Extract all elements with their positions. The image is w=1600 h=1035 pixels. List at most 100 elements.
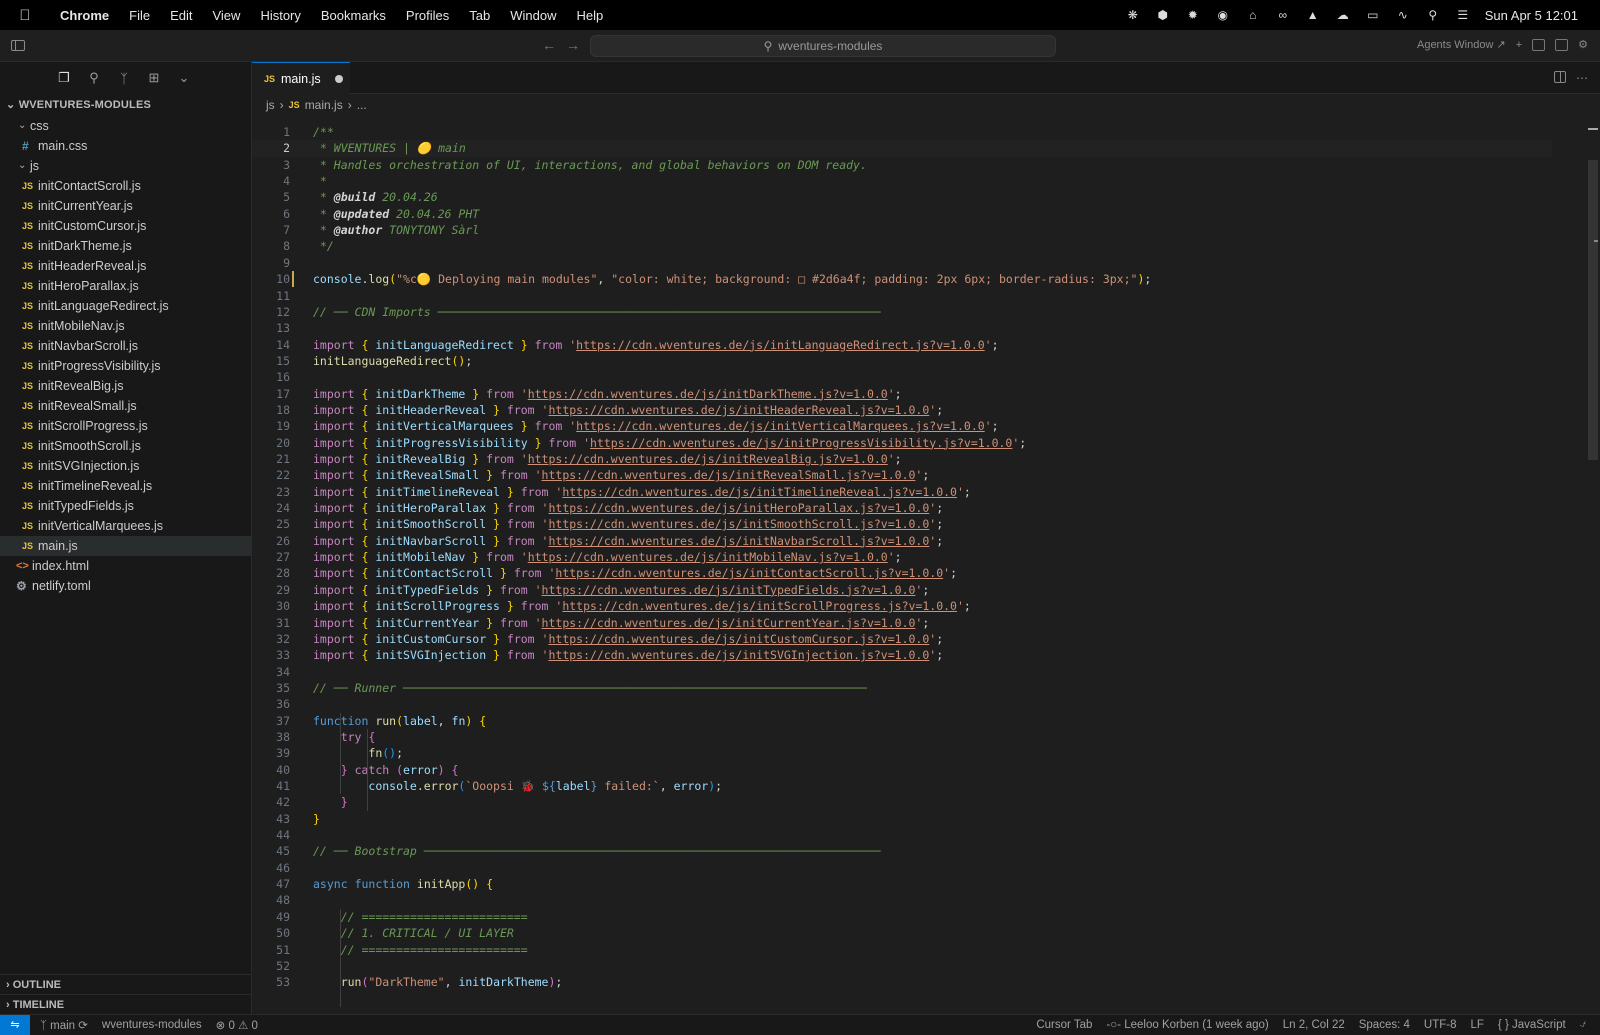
- code-line[interactable]: 36: [252, 696, 1552, 713]
- remote-indicator-icon[interactable]: ⇋: [0, 1014, 30, 1035]
- menu-window[interactable]: Window: [500, 8, 566, 23]
- code-line[interactable]: 13: [252, 320, 1552, 337]
- source-control-icon[interactable]: ᛉ: [116, 70, 132, 86]
- split-editor-icon[interactable]: [1554, 71, 1566, 83]
- notifications-bell-icon[interactable]: ⍻: [1580, 1018, 1586, 1031]
- code-line[interactable]: 42 }: [252, 794, 1552, 811]
- settings-gear-icon[interactable]: ⚙: [1578, 38, 1588, 51]
- breadcrumb-folder[interactable]: js: [266, 94, 275, 116]
- code-line[interactable]: 28 import { initContactScroll } from 'htt…: [252, 565, 1552, 582]
- code-line[interactable]: 10 console.log("%c🟡 Deploying main module…: [252, 271, 1552, 288]
- cursor-tab-status[interactable]: Cursor Tab: [1036, 1019, 1092, 1031]
- cursor-position[interactable]: Ln 2, Col 22: [1283, 1019, 1345, 1031]
- code-line[interactable]: 31 import { initCurrentYear } from 'https…: [252, 615, 1552, 632]
- tree-file[interactable]: JS initNavbarScroll.js: [0, 336, 251, 356]
- more-actions-icon[interactable]: ⋯: [1576, 71, 1588, 85]
- code-line[interactable]: 41 console.error(`Ooopsi 🐞 ${label} fail…: [252, 778, 1552, 795]
- files-icon[interactable]: ❐: [56, 70, 72, 86]
- tree-file[interactable]: JS initCustomCursor.js: [0, 216, 251, 236]
- unsaved-dot-icon[interactable]: [334, 74, 343, 83]
- code-line[interactable]: 52: [252, 958, 1552, 975]
- toggle-sidebar-icon[interactable]: [11, 40, 25, 51]
- code-line[interactable]: 45 // ── Bootstrap ──────────────────────…: [252, 843, 1552, 860]
- tree-file[interactable]: JS initSVGInjection.js: [0, 456, 251, 476]
- code-line[interactable]: 26 import { initNavbarScroll } from 'http…: [252, 533, 1552, 550]
- creative-cloud-icon[interactable]: ∞: [1275, 8, 1291, 22]
- code-line[interactable]: 15 initLanguageRedirect();: [252, 353, 1552, 370]
- tree-file[interactable]: JS initTypedFields.js: [0, 496, 251, 516]
- tree-file[interactable]: JS main.js: [0, 536, 251, 556]
- forward-arrow-icon[interactable]: →: [566, 37, 590, 53]
- code-line[interactable]: 33 import { initSVGInjection } from 'http…: [252, 647, 1552, 664]
- code-line[interactable]: 30 import { initScrollProgress } from 'ht…: [252, 598, 1552, 615]
- compass-icon[interactable]: ◉: [1215, 8, 1231, 22]
- drive-icon[interactable]: ▲: [1305, 8, 1321, 22]
- code-line[interactable]: 49 // ========================: [252, 909, 1552, 926]
- code-line[interactable]: 40 } catch (error) {: [252, 762, 1552, 779]
- end-of-line[interactable]: LF: [1470, 1019, 1483, 1031]
- code-line[interactable]: 21 import { initRevealBig } from 'https:/…: [252, 451, 1552, 468]
- tree-file[interactable]: JS initRevealSmall.js: [0, 396, 251, 416]
- claude-icon[interactable]: ✹: [1185, 8, 1201, 22]
- code-line[interactable]: 34: [252, 664, 1552, 681]
- encoding[interactable]: UTF-8: [1424, 1019, 1457, 1031]
- tab-main-js[interactable]: JS main.js: [252, 62, 350, 94]
- code-line[interactable]: 3 * Handles orchestration of UI, interac…: [252, 157, 1552, 174]
- code-line[interactable]: 35 // ── Runner ─────────────────────────…: [252, 680, 1552, 697]
- control-center-icon[interactable]: ☰: [1455, 8, 1471, 22]
- tree-file[interactable]: JS initMobileNav.js: [0, 316, 251, 336]
- code-line[interactable]: 9: [252, 255, 1552, 272]
- workspace-label[interactable]: wventures-modules: [102, 1019, 202, 1031]
- tree-file[interactable]: JS initTimelineReveal.js: [0, 476, 251, 496]
- tree-file[interactable]: JS initLanguageRedirect.js: [0, 296, 251, 316]
- code-line[interactable]: 17 import { initDarkTheme } from 'https:/…: [252, 386, 1552, 403]
- menu-app-name[interactable]: Chrome: [50, 8, 119, 23]
- tree-file[interactable]: ⚙ netlify.toml: [0, 576, 251, 596]
- tree-file[interactable]: JS initProgressVisibility.js: [0, 356, 251, 376]
- breadcrumb-symbol[interactable]: ...: [357, 94, 367, 116]
- code-line[interactable]: 4 *: [252, 173, 1552, 190]
- timeline-panel-header[interactable]: › TIMELINE: [0, 994, 251, 1014]
- menu-tab[interactable]: Tab: [459, 8, 500, 23]
- breadcrumb-file[interactable]: main.js: [305, 94, 343, 116]
- gutter-change-marker[interactable]: [292, 271, 294, 288]
- back-arrow-icon[interactable]: ←: [542, 37, 566, 53]
- tree-folder[interactable]: ⌄ css: [0, 116, 251, 136]
- airdrop-icon[interactable]: ⌂: [1245, 8, 1261, 22]
- tree-file[interactable]: JS initCurrentYear.js: [0, 196, 251, 216]
- clock[interactable]: Sun Apr 5 12:01: [1485, 8, 1578, 23]
- menu-view[interactable]: View: [202, 8, 250, 23]
- code-line[interactable]: 16: [252, 369, 1552, 386]
- code-line[interactable]: 38 try {: [252, 729, 1552, 746]
- indentation[interactable]: Spaces: 4: [1359, 1019, 1410, 1031]
- cloud-icon[interactable]: ☁: [1335, 8, 1351, 22]
- chevron-down-icon[interactable]: ⌄: [176, 70, 192, 86]
- language-mode[interactable]: { } JavaScript: [1498, 1019, 1566, 1031]
- tree-file[interactable]: JS initHeroParallax.js: [0, 276, 251, 296]
- outline-panel-header[interactable]: › OUTLINE: [0, 974, 251, 994]
- menu-bookmarks[interactable]: Bookmarks: [311, 8, 396, 23]
- code-line[interactable]: 24 import { initHeroParallax } from 'http…: [252, 500, 1552, 517]
- code-line[interactable]: 32 import { initCustomCursor } from 'http…: [252, 631, 1552, 648]
- tree-file[interactable]: <> index.html: [0, 556, 251, 576]
- branch-indicator[interactable]: ᛉ main ⟳: [40, 1018, 88, 1032]
- menu-file[interactable]: File: [119, 8, 160, 23]
- explorer-root-folder[interactable]: ⌄ WVENTURES-MODULES: [0, 94, 251, 116]
- tree-folder[interactable]: ⌄ js: [0, 156, 251, 176]
- menu-edit[interactable]: Edit: [160, 8, 202, 23]
- scrollbar-thumb[interactable]: [1588, 160, 1598, 460]
- code-line[interactable]: 39 fn();: [252, 745, 1552, 762]
- menu-profiles[interactable]: Profiles: [396, 8, 459, 23]
- agents-window-button[interactable]: Agents Window ↗: [1417, 38, 1506, 51]
- code-line[interactable]: 14 import { initLanguageRedirect } from '…: [252, 337, 1552, 354]
- code-line[interactable]: 27 import { initMobileNav } from 'https:/…: [252, 549, 1552, 566]
- code-line[interactable]: 47 async function initApp() {: [252, 876, 1552, 893]
- tree-file[interactable]: JS initSmoothScroll.js: [0, 436, 251, 456]
- cube-icon[interactable]: ⬢: [1155, 8, 1171, 22]
- layout-panel-icon[interactable]: [1532, 38, 1546, 51]
- code-line[interactable]: 37 function run(label, fn) {: [252, 713, 1552, 730]
- code-line[interactable]: 7 * @author TONYTONY Sàrl: [252, 222, 1552, 239]
- command-center-search[interactable]: ⚲ wventures-modules: [590, 35, 1056, 57]
- tree-file[interactable]: JS initVerticalMarquees.js: [0, 516, 251, 536]
- openai-icon[interactable]: ❋: [1125, 8, 1141, 22]
